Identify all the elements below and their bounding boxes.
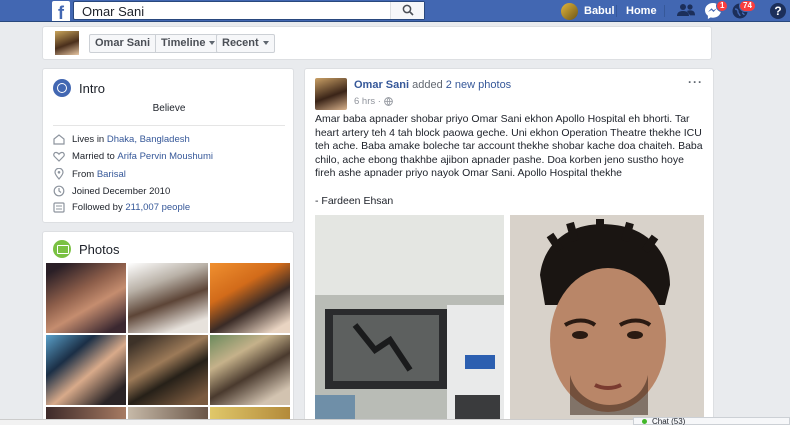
followers-link[interactable]: 211,007 people — [125, 202, 190, 213]
photo-thumbnail[interactable] — [128, 263, 208, 333]
profile-navigation-strip: Omar Sani Timeline Recent — [42, 26, 712, 60]
followed-label: Followed by — [72, 202, 123, 213]
intro-header: Intro — [53, 79, 105, 97]
bio-text: Believe — [152, 103, 186, 114]
nav-divider — [664, 5, 665, 17]
post-photo-hospital-monitor[interactable] — [315, 215, 504, 425]
notifications-button[interactable]: 74 — [731, 0, 756, 20]
chevron-down-icon — [209, 41, 216, 46]
search-icon — [402, 4, 414, 16]
clock-icon — [53, 185, 65, 197]
photos-icon — [53, 240, 71, 258]
photo-thumbnail[interactable] — [46, 335, 126, 405]
globe-icon — [53, 79, 71, 97]
post-card: Omar Sani added 2 new photos 6 hrs · ···… — [304, 68, 714, 425]
post-timestamp-row: 6 hrs · — [354, 96, 393, 107]
divider — [53, 125, 285, 126]
profile-name-button[interactable]: Omar Sani — [90, 35, 155, 52]
chevron-down-icon — [262, 41, 269, 46]
hospital-monitor-image — [315, 215, 504, 425]
intro-card: Intro Believe Lives in Dhaka, Bangladesh… — [42, 68, 294, 223]
chat-bar[interactable]: Chat (53) — [633, 417, 790, 425]
avatar — [561, 2, 578, 20]
photos-header: Photos — [53, 240, 119, 258]
post-time[interactable]: 6 hrs — [354, 96, 375, 107]
post-author-avatar[interactable] — [315, 78, 347, 110]
house-icon — [53, 134, 65, 145]
photo-thumbnail[interactable] — [210, 263, 290, 333]
photos-title[interactable]: Photos — [79, 242, 119, 257]
joined-row: Joined December 2010 — [53, 185, 170, 197]
messages-button[interactable]: 1 — [704, 0, 729, 20]
post-photos-link[interactable]: 2 new photos — [446, 79, 511, 91]
post-body-text: Amar baba apnader shobar priyo Omar Sani… — [315, 113, 703, 179]
from-label: From — [72, 168, 95, 180]
married-label: Married to — [72, 151, 115, 162]
from-row: From Barisal — [53, 168, 126, 180]
nav-user-name: Babul — [584, 5, 615, 17]
messages-badge: 1 — [716, 0, 729, 12]
profile-nav-pill: Omar Sani Timeline — [89, 34, 222, 53]
intro-title: Intro — [79, 80, 106, 96]
friend-requests-button[interactable] — [676, 2, 696, 20]
photo-thumbnail[interactable] — [46, 263, 126, 333]
photo-thumbnail[interactable] — [210, 335, 290, 405]
portrait-image — [510, 215, 704, 425]
facebook-logo-icon[interactable]: f — [52, 1, 70, 21]
joined-text: Joined December 2010 — [72, 185, 171, 197]
post-action-prefix: added — [412, 79, 443, 91]
post-time-separator: · — [377, 96, 381, 107]
post-photo-portrait[interactable] — [510, 215, 704, 425]
search-button[interactable] — [390, 2, 424, 19]
location-pin-icon — [54, 168, 64, 180]
lives-in-link[interactable]: Dhaka, Bangladesh — [107, 134, 190, 145]
friends-icon — [677, 4, 695, 16]
home-link[interactable]: Home — [626, 5, 657, 17]
married-row: Married to Arifa Pervin Moushumi — [53, 151, 213, 162]
timeline-dropdown[interactable]: Timeline — [156, 35, 220, 52]
top-navigation-bar: f Omar Sani Babul Home 1 74 ? — [0, 0, 790, 22]
online-status-icon — [642, 419, 647, 424]
search-box[interactable]: Omar Sani — [73, 1, 425, 20]
post-header: Omar Sani added 2 new photos — [354, 79, 511, 91]
photos-card: Photos — [42, 231, 294, 425]
chat-label: Chat (53) — [652, 417, 686, 425]
heart-icon — [53, 151, 65, 162]
nav-divider — [616, 5, 617, 17]
lives-in-label: Lives in — [72, 134, 105, 145]
photo-thumbnail[interactable] — [128, 335, 208, 405]
hometown-link[interactable]: Barisal — [97, 169, 126, 180]
help-button[interactable]: ? — [770, 3, 786, 19]
timeline-label: Timeline — [161, 37, 206, 49]
browser-status-bar — [0, 419, 635, 425]
notifications-badge: 74 — [739, 0, 756, 12]
recent-dropdown[interactable]: Recent — [216, 34, 275, 53]
post-signature: - Fardeen Ehsan — [315, 195, 394, 207]
profile-thumbnail[interactable] — [55, 31, 79, 55]
followers-row: Followed by 211,007 people — [53, 202, 190, 213]
search-input[interactable]: Omar Sani — [82, 4, 144, 19]
spouse-link[interactable]: Arifa Pervin Moushumi — [117, 151, 213, 162]
post-options-button[interactable]: ··· — [688, 75, 703, 89]
recent-label: Recent — [222, 37, 259, 49]
public-globe-icon — [383, 97, 393, 106]
nav-profile-link[interactable]: Babul — [561, 2, 615, 20]
lives-in-row: Lives in Dhaka, Bangladesh — [53, 134, 190, 145]
post-author-link[interactable]: Omar Sani — [354, 79, 409, 91]
followers-icon — [53, 202, 65, 213]
